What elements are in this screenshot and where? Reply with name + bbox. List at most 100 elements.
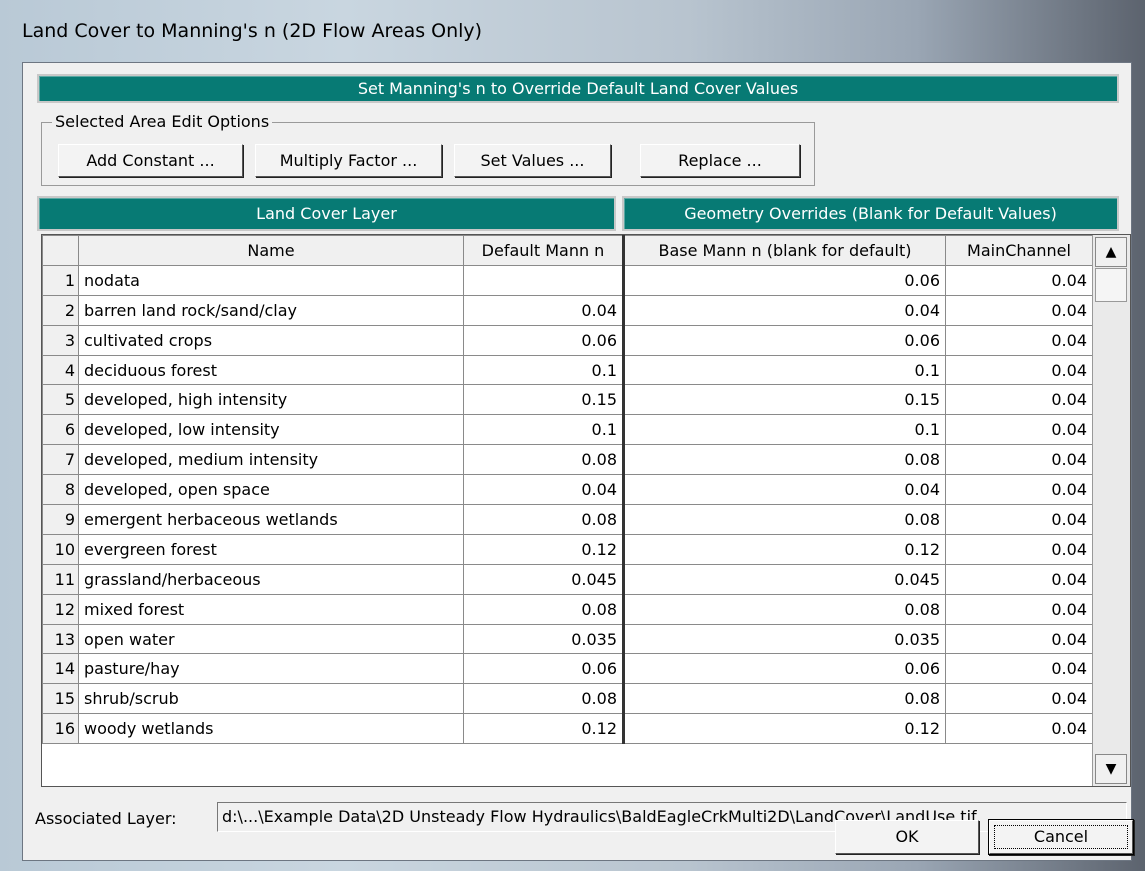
name-cell[interactable]: shrub/scrub — [78, 683, 464, 715]
default-mann-n-cell[interactable]: 0.04 — [463, 294, 624, 326]
base-mann-n-cell[interactable]: 0.08 — [622, 444, 946, 476]
row-number: 7 — [42, 444, 79, 476]
mainchannel-cell[interactable]: 0.04 — [945, 414, 1093, 446]
base-mann-n-cell[interactable]: 0.08 — [622, 593, 946, 625]
mainchannel-cell[interactable]: 0.04 — [945, 354, 1093, 386]
name-cell[interactable]: pasture/hay — [78, 653, 464, 685]
scroll-down-icon[interactable]: ▼ — [1095, 754, 1127, 784]
default-mann-n-cell[interactable]: 0.06 — [463, 324, 624, 356]
base-mann-n-cell[interactable]: 0.035 — [622, 623, 946, 655]
base-mann-n-cell[interactable]: 0.08 — [622, 504, 946, 535]
row-number: 16 — [42, 713, 79, 745]
table-row: 14 pasture/hay 0.06 0.06 0.04 — [42, 653, 1093, 685]
default-mann-n-cell[interactable]: 0.08 — [463, 504, 624, 535]
default-mann-n-cell[interactable]: 0.08 — [463, 683, 624, 715]
base-mann-n-cell[interactable]: 0.12 — [622, 533, 946, 565]
name-cell[interactable]: evergreen forest — [78, 533, 464, 565]
row-number: 11 — [42, 563, 79, 595]
default-mann-n-cell[interactable]: 0.08 — [463, 593, 624, 625]
set-values-button[interactable]: Set Values ... — [454, 144, 611, 177]
row-number: 1 — [42, 264, 79, 296]
name-cell[interactable]: developed, high intensity — [78, 384, 464, 416]
name-cell[interactable]: developed, low intensity — [78, 414, 464, 446]
row-number: 10 — [42, 533, 79, 565]
geometry-overrides-header: Geometry Overrides (Blank for Default Va… — [622, 196, 1119, 231]
cancel-button[interactable]: Cancel — [989, 820, 1133, 854]
row-number: 6 — [42, 414, 79, 446]
name-cell[interactable]: open water — [78, 623, 464, 655]
mainchannel-cell[interactable]: 0.04 — [945, 444, 1093, 476]
mainchannel-cell[interactable]: 0.04 — [945, 533, 1093, 565]
base-mann-n-cell[interactable]: 0.1 — [622, 354, 946, 386]
default-mann-n-cell[interactable]: 0.045 — [463, 563, 624, 595]
scroll-up-icon[interactable]: ▲ — [1095, 237, 1127, 267]
name-cell[interactable]: woody wetlands — [78, 713, 464, 745]
default-mann-n-cell[interactable]: 0.04 — [463, 474, 624, 506]
replace-button[interactable]: Replace ... — [640, 144, 800, 177]
title-bar[interactable]: Land Cover to Manning's n (2D Flow Areas… — [0, 0, 1145, 64]
mainchannel-cell[interactable]: 0.04 — [945, 474, 1093, 506]
row-number: 4 — [42, 354, 79, 386]
name-cell[interactable]: cultivated crops — [78, 324, 464, 356]
name-cell[interactable]: emergent herbaceous wetlands — [78, 504, 464, 535]
table-row: 15 shrub/scrub 0.08 0.08 0.04 — [42, 683, 1093, 715]
name-cell[interactable]: barren land rock/sand/clay — [78, 294, 464, 326]
table-row: 4 deciduous forest 0.1 0.1 0.04 — [42, 354, 1093, 386]
row-number: 8 — [42, 474, 79, 506]
base-mann-n-cell[interactable]: 0.15 — [622, 384, 946, 416]
table-row: 1 nodata 0.06 0.04 — [42, 264, 1093, 296]
base-mann-n-cell[interactable]: 0.06 — [622, 653, 946, 685]
mainchannel-cell[interactable]: 0.04 — [945, 683, 1093, 715]
base-mann-n-cell[interactable]: 0.06 — [622, 264, 946, 296]
edit-options-group: Selected Area Edit Options Add Constant … — [41, 112, 815, 186]
mainchannel-cell[interactable]: 0.04 — [945, 563, 1093, 595]
base-mann-n-cell[interactable]: 0.12 — [622, 713, 946, 745]
default-mann-n-cell[interactable] — [463, 264, 624, 296]
default-mann-n-cell[interactable]: 0.06 — [463, 653, 624, 685]
name-cell[interactable]: grassland/herbaceous — [78, 563, 464, 595]
default-mann-n-cell[interactable]: 0.1 — [463, 354, 624, 386]
name-cell[interactable]: developed, open space — [78, 474, 464, 506]
table-row: 16 woody wetlands 0.12 0.12 0.04 — [42, 713, 1093, 745]
dialog-header: Set Manning's n to Override Default Land… — [37, 74, 1119, 103]
mainchannel-cell[interactable]: 0.04 — [945, 653, 1093, 685]
vertical-scrollbar[interactable]: ▲ ▼ — [1092, 235, 1130, 786]
row-number: 12 — [42, 593, 79, 625]
dialog-window: Land Cover to Manning's n (2D Flow Areas… — [0, 0, 1145, 871]
base-mann-n-cell[interactable]: 0.045 — [622, 563, 946, 595]
default-mann-n-cell[interactable]: 0.08 — [463, 444, 624, 476]
default-mann-n-cell[interactable]: 0.035 — [463, 623, 624, 655]
column-header-base-mann-n[interactable]: Base Mann n (blank for default) — [622, 235, 946, 266]
mainchannel-cell[interactable]: 0.04 — [945, 264, 1093, 296]
mainchannel-cell[interactable]: 0.04 — [945, 623, 1093, 655]
base-mann-n-cell[interactable]: 0.1 — [622, 414, 946, 446]
default-mann-n-cell[interactable]: 0.12 — [463, 713, 624, 745]
table-row: 3 cultivated crops 0.06 0.06 0.04 — [42, 324, 1093, 356]
default-mann-n-cell[interactable]: 0.12 — [463, 533, 624, 565]
mainchannel-cell[interactable]: 0.04 — [945, 324, 1093, 356]
default-mann-n-cell[interactable]: 0.1 — [463, 414, 624, 446]
base-mann-n-cell[interactable]: 0.04 — [622, 294, 946, 326]
ok-button[interactable]: OK — [835, 820, 979, 854]
multiply-factor-button[interactable]: Multiply Factor ... — [255, 144, 442, 177]
mainchannel-cell[interactable]: 0.04 — [945, 384, 1093, 416]
column-header-name[interactable]: Name — [78, 235, 464, 266]
column-header-mainchannel[interactable]: MainChannel — [945, 235, 1093, 266]
mainchannel-cell[interactable]: 0.04 — [945, 713, 1093, 745]
name-cell[interactable]: deciduous forest — [78, 354, 464, 386]
base-mann-n-cell[interactable]: 0.06 — [622, 324, 946, 356]
mainchannel-cell[interactable]: 0.04 — [945, 593, 1093, 625]
name-cell[interactable]: developed, medium intensity — [78, 444, 464, 476]
mainchannel-cell[interactable]: 0.04 — [945, 294, 1093, 326]
row-number: 14 — [42, 653, 79, 685]
column-header-default-mann-n[interactable]: Default Mann n — [463, 235, 624, 266]
default-mann-n-cell[interactable]: 0.15 — [463, 384, 624, 416]
add-constant-button[interactable]: Add Constant ... — [58, 144, 243, 177]
mainchannel-cell[interactable]: 0.04 — [945, 504, 1093, 535]
name-cell[interactable]: mixed forest — [78, 593, 464, 625]
name-cell[interactable]: nodata — [78, 264, 464, 296]
scroll-thumb[interactable] — [1095, 268, 1127, 302]
base-mann-n-cell[interactable]: 0.04 — [622, 474, 946, 506]
base-mann-n-cell[interactable]: 0.08 — [622, 683, 946, 715]
mannings-grid: Name Default Mann n Base Mann n (blank f… — [42, 235, 1093, 745]
